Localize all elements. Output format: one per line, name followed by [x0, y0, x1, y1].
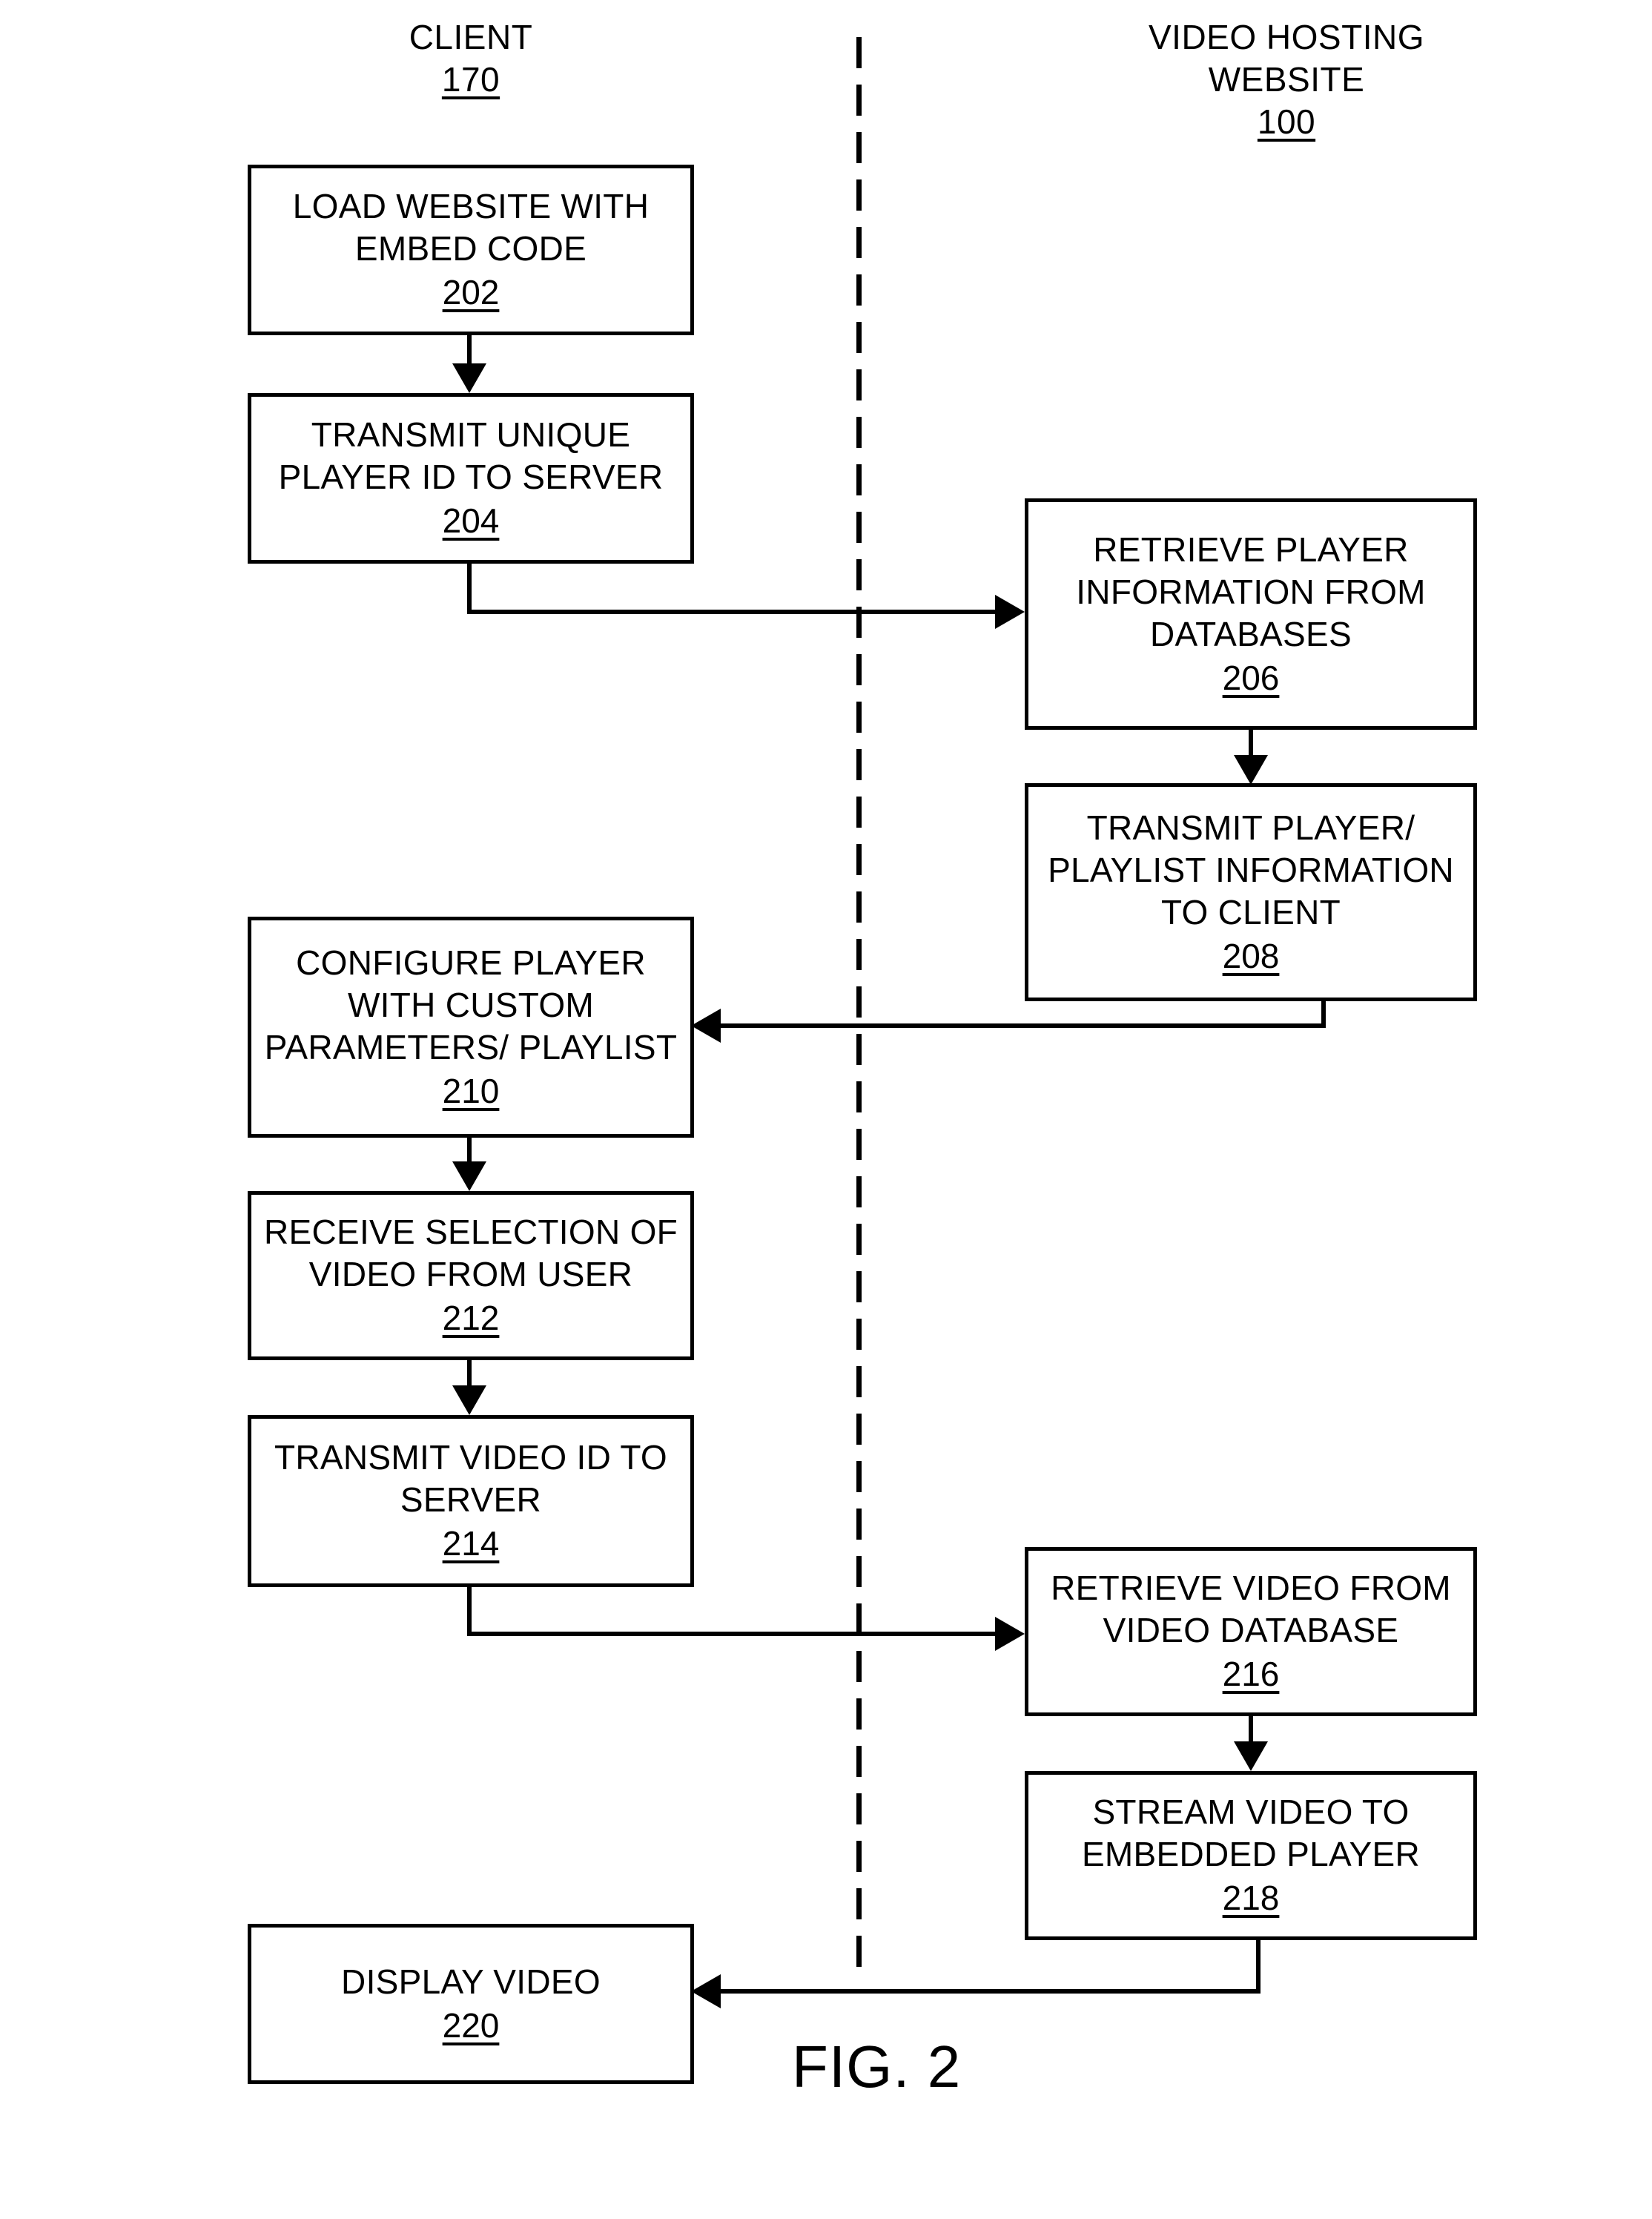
process-box-202[interactable]: LOAD WEBSITE WITH EMBED CODE 202	[248, 165, 694, 335]
connector-212-214-arrowhead	[452, 1385, 486, 1415]
process-box-214[interactable]: TRANSMIT VIDEO ID TO SERVER 214	[248, 1415, 694, 1587]
process-box-208-line1: TRANSMIT PLAYER/	[1086, 808, 1415, 847]
process-box-218-line2: EMBEDDED PLAYER	[1081, 1835, 1421, 1873]
process-box-202-ref: 202	[442, 273, 500, 311]
process-box-206-line1: RETRIEVE PLAYER	[1093, 530, 1409, 569]
swimlane-divider	[856, 37, 862, 1969]
process-box-210-line3: PARAMETERS/ PLAYLIST	[264, 1027, 678, 1066]
process-box-208-ref: 208	[1222, 936, 1280, 975]
process-box-218-ref: 218	[1222, 1879, 1280, 1917]
process-box-220-ref: 220	[442, 2005, 500, 2045]
connector-210-212-arrowhead	[452, 1161, 486, 1191]
process-box-210-ref: 210	[442, 1071, 500, 1110]
process-box-204[interactable]: TRANSMIT UNIQUE PLAYER ID TO SERVER 204	[248, 393, 694, 564]
figure-caption: FIG. 2	[792, 2034, 962, 2100]
process-box-220[interactable]: DISPLAY VIDEO 220	[248, 1924, 694, 2084]
process-box-218[interactable]: STREAM VIDEO TO EMBEDDED PLAYER 218	[1025, 1771, 1477, 1940]
process-box-216[interactable]: RETRIEVE VIDEO FROM VIDEO DATABASE 216	[1025, 1547, 1477, 1716]
process-box-218-line1: STREAM VIDEO TO	[1092, 1793, 1410, 1831]
process-box-212-line2: VIDEO FROM USER	[308, 1255, 633, 1293]
process-box-208[interactable]: TRANSMIT PLAYER/ PLAYLIST INFORMATION TO…	[1025, 783, 1477, 1001]
process-box-204-line1: TRANSMIT UNIQUE	[311, 415, 631, 454]
lane-header-client-ref: 170	[441, 60, 500, 99]
lane-header-video-hosting-website: VIDEO HOSTING WEBSITE 100	[1079, 16, 1494, 143]
process-box-206-ref: 206	[1222, 658, 1280, 697]
connector-204-206-arrowhead	[995, 595, 1025, 629]
process-box-206[interactable]: RETRIEVE PLAYER INFORMATION FROM DATABAS…	[1025, 498, 1477, 730]
process-box-208-line2: PLAYLIST INFORMATION	[1048, 850, 1454, 889]
connector-218-220-arrowhead	[691, 1974, 721, 2008]
connector-214-216-arrowhead	[995, 1617, 1025, 1651]
process-box-214-ref: 214	[442, 1524, 500, 1563]
connector-214-216-run	[467, 1632, 997, 1636]
lane-header-client: CLIENT 170	[300, 16, 641, 101]
process-box-210[interactable]: CONFIGURE PLAYER WITH CUSTOM PARAMETERS/…	[248, 917, 694, 1138]
connector-208-210-run	[721, 1023, 1326, 1028]
process-box-210-line2: WITH CUSTOM	[347, 985, 595, 1024]
process-box-208-line3: TO CLIENT	[1160, 892, 1341, 932]
process-box-206-line2: INFORMATION FROM	[1076, 572, 1426, 611]
process-box-216-line1: RETRIEVE VIDEO FROM	[1051, 1569, 1451, 1607]
lane-header-server-title-line1: VIDEO HOSTING	[1149, 18, 1424, 56]
process-box-214-line1: TRANSMIT VIDEO ID TO	[274, 1438, 667, 1477]
process-box-214-line2: SERVER	[400, 1480, 542, 1519]
connector-218-220-stem	[1256, 1940, 1261, 1994]
process-box-216-ref: 216	[1222, 1655, 1280, 1693]
process-box-210-line1: CONFIGURE PLAYER	[296, 943, 646, 982]
process-box-204-ref: 204	[442, 501, 500, 540]
lane-header-server-ref: 100	[1257, 102, 1316, 141]
lane-header-client-title: CLIENT	[409, 18, 533, 56]
process-box-212-line1: RECEIVE SELECTION OF	[263, 1213, 678, 1251]
process-box-204-line2: PLAYER ID TO SERVER	[278, 458, 664, 496]
process-box-202-line2: EMBED CODE	[354, 229, 587, 268]
process-box-212-ref: 212	[442, 1299, 500, 1337]
process-box-206-line3: DATABASES	[1150, 614, 1352, 653]
connector-214-216-stem	[467, 1587, 472, 1636]
connector-218-220-run	[721, 1989, 1259, 1994]
connector-208-210-arrowhead	[691, 1009, 721, 1043]
patent-figure-page: CLIENT 170 VIDEO HOSTING WEBSITE 100 LOA…	[0, 0, 1652, 2219]
connector-216-218-arrowhead	[1234, 1741, 1268, 1771]
connector-204-206-stem	[467, 564, 472, 614]
process-box-212[interactable]: RECEIVE SELECTION OF VIDEO FROM USER 212	[248, 1191, 694, 1360]
lane-header-server-title-line2: WEBSITE	[1208, 60, 1365, 99]
process-box-202-line1: LOAD WEBSITE WITH	[292, 187, 650, 225]
process-box-216-line2: VIDEO DATABASE	[1103, 1611, 1399, 1649]
connector-206-208-arrowhead	[1234, 755, 1268, 785]
connector-204-206-run	[467, 610, 997, 614]
process-box-220-line1: DISPLAY VIDEO	[341, 1962, 601, 2001]
connector-202-204-arrowhead	[452, 363, 486, 393]
